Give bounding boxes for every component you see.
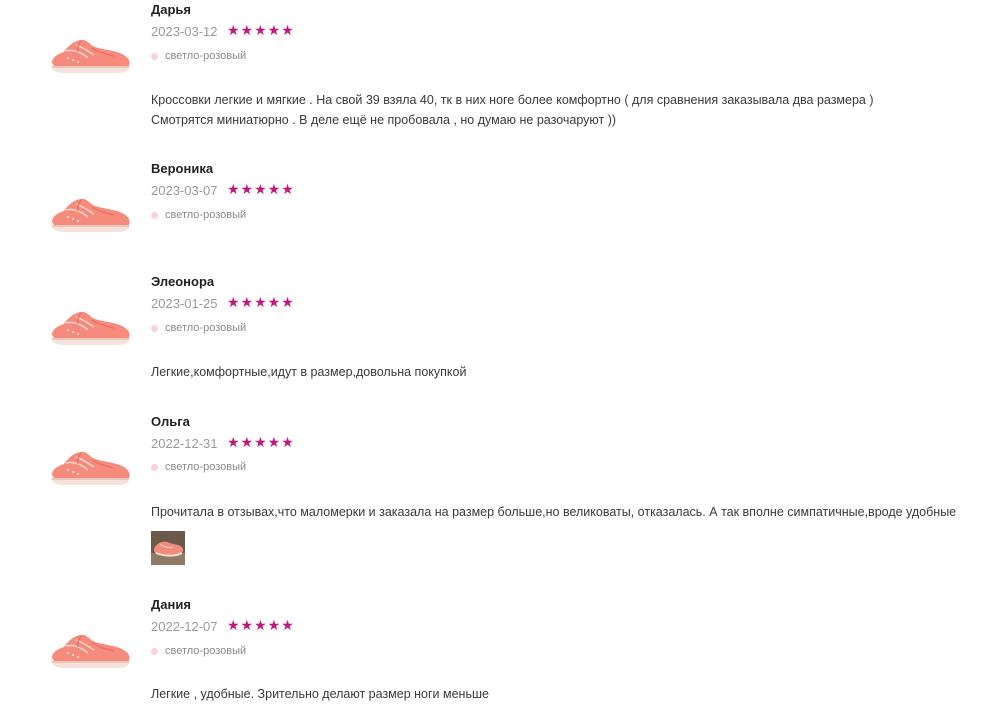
review-date: 2023-03-07	[151, 183, 218, 198]
review-author: Дарья	[151, 2, 192, 17]
color-swatch-icon	[151, 647, 158, 655]
review-photo[interactable]	[151, 531, 185, 565]
color-swatch-icon	[151, 463, 158, 471]
sneaker-image	[48, 445, 132, 491]
color-variant-label: светло-розовый	[165, 50, 247, 62]
review-text-line: Смотрятся миниатюрно . В деле ещё не про…	[151, 113, 617, 127]
product-thumbnail[interactable]	[48, 445, 132, 491]
review-author: Дания	[151, 597, 191, 612]
review-date: 2022-12-31	[151, 436, 218, 451]
rating-stars: ★★★★★	[227, 617, 295, 633]
product-thumbnail[interactable]	[48, 33, 132, 79]
review-date: 2023-03-12	[151, 24, 218, 39]
color-variant: светло-розовый	[151, 461, 246, 473]
review-text-line: Прочитала в отзывах,что маломерки и зака…	[151, 505, 957, 519]
review-text-line: Кроссовки легкие и мягкие . На свой 39 в…	[151, 93, 874, 107]
sneaker-image	[48, 305, 132, 351]
color-variant: светло-розовый	[151, 50, 246, 62]
product-thumbnail[interactable]	[48, 305, 132, 351]
color-variant: светло-розовый	[151, 645, 246, 657]
color-swatch-icon	[151, 324, 158, 332]
review-date: 2022-12-07	[151, 619, 218, 634]
color-swatch-icon	[151, 52, 158, 60]
sneaker-image	[48, 33, 132, 79]
sneaker-image	[48, 192, 132, 238]
color-variant-label: светло-розовый	[165, 645, 247, 657]
color-variant: светло-розовый	[151, 209, 246, 221]
rating-stars: ★★★★★	[227, 181, 295, 197]
product-thumbnail[interactable]	[48, 192, 132, 238]
rating-stars: ★★★★★	[227, 434, 295, 450]
color-variant-label: светло-розовый	[165, 209, 247, 221]
review-author: Ольга	[151, 414, 190, 429]
color-variant-label: светло-розовый	[165, 461, 247, 473]
review-author: Вероника	[151, 161, 214, 176]
review-author: Элеонора	[151, 274, 215, 289]
color-variant: светло-розовый	[151, 322, 246, 334]
review-text-line: Легкие,комфортные,идут в размер,довольна…	[151, 365, 467, 379]
rating-stars: ★★★★★	[227, 22, 295, 38]
product-thumbnail[interactable]	[48, 628, 132, 674]
sneaker-image	[48, 628, 132, 674]
review-text-line: Легкие , удобные. Зрительно делают разме…	[151, 687, 489, 701]
reviews-list: Дарья 2023-03-12 ★★★★★ светло-розовый Кр…	[0, 0, 987, 727]
review-photo-image	[151, 531, 185, 565]
color-variant-label: светло-розовый	[165, 322, 247, 334]
color-swatch-icon	[151, 211, 158, 219]
rating-stars: ★★★★★	[227, 294, 295, 310]
review-date: 2023-01-25	[151, 296, 218, 311]
